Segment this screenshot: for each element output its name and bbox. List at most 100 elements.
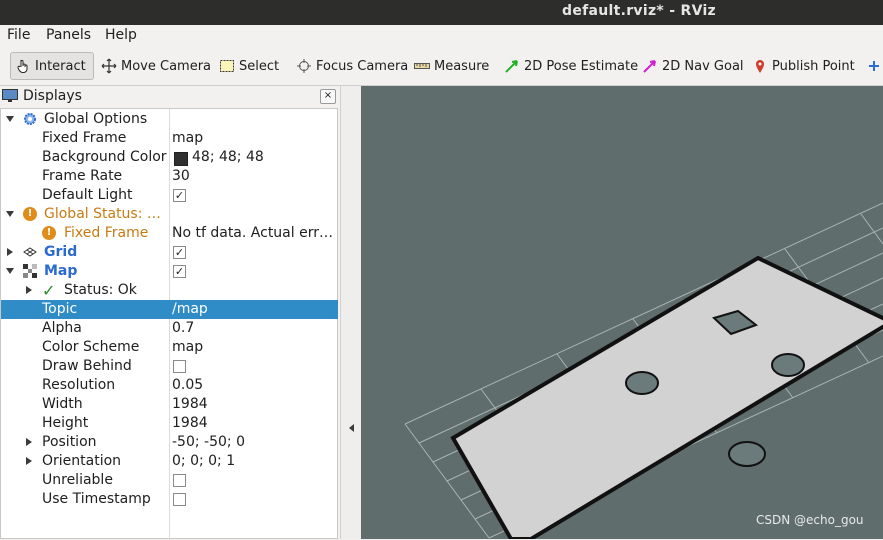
focus-camera-label: Focus Camera: [316, 58, 409, 74]
gear-icon: [23, 112, 37, 126]
orientation-key: Orientation: [42, 453, 122, 469]
resolution-value: 0.05: [172, 377, 204, 393]
map-circle-obstacle: [771, 353, 805, 377]
toolbar: Interact Move Camera Select Focus Camera…: [0, 47, 883, 86]
tree-row-global-status[interactable]: ! Global Status: …: [1, 205, 338, 224]
add-tool-button[interactable]: [866, 52, 883, 80]
tree-row-alpha[interactable]: Alpha 0.7: [1, 319, 338, 338]
tree-row-draw-behind[interactable]: Draw Behind: [1, 357, 338, 376]
tree-row-height[interactable]: Height 1984: [1, 414, 338, 433]
color-scheme-key: Color Scheme: [42, 339, 140, 355]
tree-row-orientation[interactable]: Orientation 0; 0; 0; 1: [1, 452, 338, 471]
watermark-text: CSDN @echo_gou: [756, 513, 864, 527]
publish-point-tool-button[interactable]: Publish Point: [752, 52, 855, 80]
expand-arrow-icon[interactable]: [6, 268, 14, 274]
select-tool-button[interactable]: Select: [219, 52, 279, 80]
map-circle-obstacle: [625, 371, 659, 395]
publish-point-label: Publish Point: [772, 58, 855, 74]
map-pin-icon: [752, 58, 768, 74]
alpha-value[interactable]: 0.7: [172, 320, 194, 336]
collapse-arrow-icon[interactable]: [349, 424, 354, 432]
close-panel-button[interactable]: ×: [320, 89, 336, 104]
displays-panel: Displays × Global Options Fixed Frame ma…: [0, 86, 340, 540]
tree-row-topic[interactable]: Topic /map: [1, 300, 338, 319]
expand-arrow-icon[interactable]: [26, 286, 32, 294]
unreliable-checkbox[interactable]: [173, 474, 186, 487]
topic-value[interactable]: /map: [172, 301, 208, 317]
title-bar: default.rviz* - RViz: [0, 0, 883, 25]
global-options-label: Global Options: [44, 111, 148, 127]
position-value: -50; -50; 0: [172, 434, 245, 450]
checkmark-icon: ✓: [42, 281, 56, 300]
render-viewport[interactable]: CSDN @echo_gou: [361, 86, 883, 539]
default-light-checkbox[interactable]: ✓: [173, 189, 186, 202]
status-fixed-frame-key: Fixed Frame: [64, 225, 149, 241]
tree-row-resolution[interactable]: Resolution 0.05: [1, 376, 338, 395]
draw-behind-key: Draw Behind: [42, 358, 132, 374]
width-value: 1984: [172, 396, 208, 412]
tree-row-status-fixed-frame[interactable]: ! Fixed Frame No tf data. Actual err…: [1, 224, 338, 243]
grid-checkbox[interactable]: ✓: [173, 246, 186, 259]
monitor-icon: [2, 89, 18, 103]
map-label: Map: [44, 263, 78, 279]
resolution-key: Resolution: [42, 377, 116, 393]
tree-row-unreliable[interactable]: Unreliable: [1, 471, 338, 490]
expand-arrow-icon[interactable]: [26, 457, 32, 465]
interact-label: Interact: [35, 58, 86, 74]
move-camera-label: Move Camera: [121, 58, 212, 74]
warning-icon: !: [23, 207, 37, 221]
tree-row-color-scheme[interactable]: Color Scheme map: [1, 338, 338, 357]
tree-row-width[interactable]: Width 1984: [1, 395, 338, 414]
move-arrows-icon: [101, 58, 117, 74]
unreliable-key: Unreliable: [42, 472, 113, 488]
tree-row-map[interactable]: Map ✓: [1, 262, 338, 281]
color-swatch[interactable]: [174, 152, 188, 166]
nav-goal-tool-button[interactable]: 2D Nav Goal: [642, 52, 744, 80]
expand-arrow-icon[interactable]: [26, 438, 32, 446]
tree-row-use-timestamp[interactable]: Use Timestamp: [1, 490, 338, 509]
pose-estimate-tool-button[interactable]: 2D Pose Estimate: [504, 52, 638, 80]
interact-tool-button[interactable]: Interact: [10, 52, 94, 80]
height-value: 1984: [172, 415, 208, 431]
tree-row-default-light[interactable]: Default Light ✓: [1, 186, 338, 205]
width-key: Width: [42, 396, 83, 412]
draw-behind-checkbox[interactable]: [173, 360, 186, 373]
occupancy-map: [450, 255, 883, 539]
menu-bar: File Panels Help: [0, 25, 883, 47]
global-status-label: Global Status: …: [44, 206, 161, 222]
menu-help[interactable]: Help: [105, 27, 137, 43]
tree-row-position[interactable]: Position -50; -50; 0: [1, 433, 338, 452]
height-key: Height: [42, 415, 89, 431]
map-status-label: Status: Ok: [64, 282, 137, 298]
tree-row-map-status[interactable]: ✓ Status: Ok: [1, 281, 338, 300]
displays-title: Displays: [23, 88, 82, 104]
tree-row-background-color[interactable]: Background Color 48; 48; 48: [1, 148, 338, 167]
fixed-frame-key: Fixed Frame: [42, 130, 127, 146]
expand-arrow-icon[interactable]: [7, 248, 13, 256]
background-color-key: Background Color: [42, 149, 167, 165]
ruler-icon: [414, 58, 430, 74]
color-scheme-value[interactable]: map: [172, 339, 203, 355]
background-color-value[interactable]: 48; 48; 48: [192, 149, 264, 165]
tree-row-grid[interactable]: Grid ✓: [1, 243, 338, 262]
tree-row-frame-rate[interactable]: Frame Rate 30: [1, 167, 338, 186]
use-timestamp-checkbox[interactable]: [173, 493, 186, 506]
select-box-icon: [219, 58, 235, 74]
map-render: [404, 202, 883, 539]
tree-row-fixed-frame[interactable]: Fixed Frame map: [1, 129, 338, 148]
panel-splitter[interactable]: [340, 86, 362, 539]
position-key: Position: [42, 434, 97, 450]
tree-row-global-options[interactable]: Global Options: [1, 110, 338, 129]
fixed-frame-value[interactable]: map: [172, 130, 203, 146]
menu-file[interactable]: File: [7, 27, 30, 43]
displays-tree: Global Options Fixed Frame map Backgroun…: [0, 108, 338, 540]
frame-rate-key: Frame Rate: [42, 168, 123, 184]
expand-arrow-icon[interactable]: [6, 211, 14, 217]
measure-tool-button[interactable]: Measure: [414, 52, 489, 80]
focus-camera-tool-button[interactable]: Focus Camera: [296, 52, 408, 80]
menu-panels[interactable]: Panels: [46, 27, 91, 43]
move-camera-tool-button[interactable]: Move Camera: [101, 52, 211, 80]
expand-arrow-icon[interactable]: [6, 116, 14, 122]
frame-rate-value[interactable]: 30: [172, 168, 190, 184]
map-checkbox[interactable]: ✓: [173, 265, 186, 278]
